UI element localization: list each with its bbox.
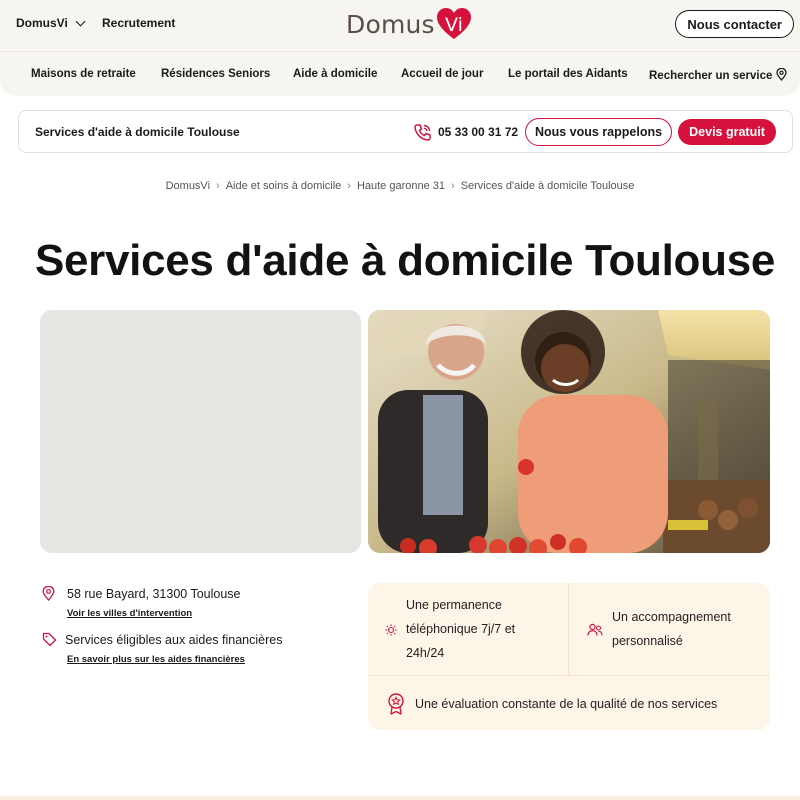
map-placeholder [40, 310, 361, 553]
location-pin-icon [42, 586, 55, 601]
breadcrumb-current: Services d'aide à domicile Toulouse [460, 180, 635, 192]
financial-aid-link[interactable]: En savoir plus sur les aides financières [67, 654, 245, 665]
feature-line: Un accompagnement [612, 610, 731, 624]
breadcrumb-separator: › [347, 180, 351, 192]
features-card: Une permanence téléphonique 7j/7 et 24h/… [368, 583, 770, 730]
feature-line: personnalisé [612, 634, 683, 648]
tag-icon [42, 632, 57, 647]
eligibility-text: Services éligibles aux aides financières [65, 632, 283, 647]
sun-icon [385, 624, 397, 636]
nav-item-maisons-de-retraite[interactable]: Maisons de retraite [31, 68, 136, 80]
logo-heart-letters: Vi [445, 14, 463, 36]
breadcrumb-item[interactable]: DomusVi [166, 180, 210, 192]
feature-accompagnement: Un accompagnement personnalisé [612, 605, 731, 653]
domusvi-logo[interactable]: Domus Vi [346, 6, 472, 42]
service-bar-title: Services d'aide à domicile Toulouse [35, 125, 240, 139]
nav-item-rechercher-service[interactable]: Rechercher un service [649, 68, 788, 82]
intervention-cities-link[interactable]: Voir les villes d'intervention [67, 608, 192, 619]
main-nav: Maisons de retraite Résidences Seniors A… [0, 51, 800, 96]
top-header: DomusVi Recrutement Domus Vi Nous contac… [0, 0, 800, 50]
breadcrumb: DomusVi › Aide et soins à domicile › Haute g… [0, 180, 800, 192]
location-pin-icon [776, 68, 788, 81]
brand-selector-label: DomusVi [16, 16, 68, 30]
breadcrumb-item[interactable]: Aide et soins à domicile [226, 180, 342, 192]
nav-item-accueil-de-jour[interactable]: Accueil de jour [401, 68, 483, 80]
feature-line: Une permanence [406, 598, 502, 612]
market-photo-illustration [368, 310, 770, 553]
address-row: 58 rue Bayard, 31300 Toulouse [42, 586, 241, 601]
feature-line: téléphonique 7j/7 et [406, 622, 516, 636]
eligibility-row: Services éligibles aux aides financières [42, 632, 282, 647]
contact-button[interactable]: Nous contacter [675, 10, 794, 38]
feature-permanence: Une permanence téléphonique 7j/7 et 24h/… [406, 593, 515, 665]
feature-line: 24h/24 [406, 646, 445, 660]
service-bar: Services d'aide à domicile Toulouse 05 3… [18, 110, 793, 153]
people-icon [587, 623, 603, 636]
feature-evaluation: Une évaluation constante de la qualité d… [415, 697, 718, 711]
free-quote-button[interactable]: Devis gratuit [678, 119, 776, 145]
divider [568, 583, 569, 675]
logo-heart-icon: Vi [436, 8, 471, 39]
nav-item-label: Rechercher un service [649, 70, 773, 82]
nav-item-aide-a-domicile[interactable]: Aide à domicile [293, 68, 377, 80]
logo-text: Domus [346, 9, 435, 39]
breadcrumb-separator: › [216, 180, 220, 192]
nav-item-portail-aidants[interactable]: Le portail des Aidants [508, 68, 628, 80]
callback-button[interactable]: Nous vous rappelons [525, 118, 672, 146]
page-title: Services d'aide à domicile Toulouse [34, 236, 776, 285]
breadcrumb-item[interactable]: Haute garonne 31 [357, 180, 445, 192]
nav-item-residences-seniors[interactable]: Résidences Seniors [161, 68, 270, 80]
market-photo [368, 310, 770, 553]
address-text: 58 rue Bayard, 31300 Toulouse [67, 586, 241, 601]
brand-selector[interactable]: DomusVi [16, 16, 86, 30]
phone-number[interactable]: 05 33 00 31 72 [438, 125, 518, 139]
footer-strip [0, 796, 800, 800]
chevron-down-icon [75, 16, 86, 26]
award-icon [388, 693, 404, 715]
recrutement-link[interactable]: Recrutement [102, 16, 175, 30]
phone-icon [414, 124, 431, 141]
divider [368, 675, 770, 676]
breadcrumb-separator: › [451, 180, 455, 192]
